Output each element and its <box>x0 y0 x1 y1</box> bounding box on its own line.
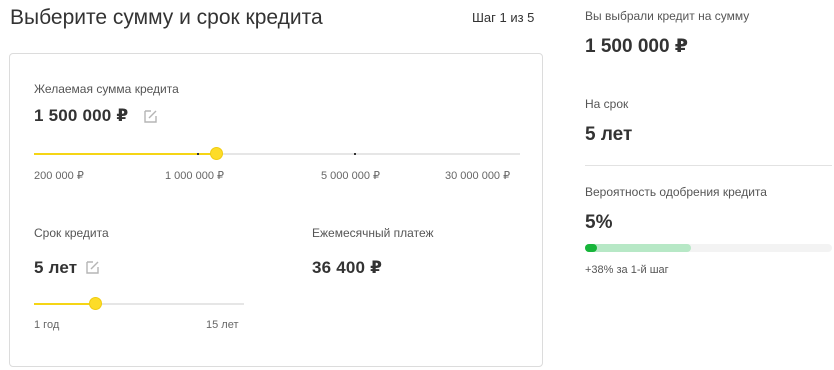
amount-slider-thumb[interactable] <box>211 148 223 159</box>
amount-value[interactable]: 1 500 000 ₽ <box>34 106 128 126</box>
amount-slider-fill <box>34 153 217 155</box>
edit-icon[interactable] <box>86 260 100 274</box>
summary-term-label: На срок <box>585 97 629 111</box>
probability-label: Вероятность одобрения кредита <box>585 185 767 199</box>
term-value[interactable]: 5 лет <box>34 258 77 278</box>
term-tick-label: 1 год <box>34 319 60 331</box>
term-tick-label: 15 лет <box>206 319 239 331</box>
amount-label: Желаемая сумма кредита <box>34 82 179 96</box>
amount-slider-tick <box>354 153 356 155</box>
payment-value: 36 400 ₽ <box>312 258 383 277</box>
amount-tick-label: 30 000 000 ₽ <box>445 170 511 182</box>
amount-slider[interactable] <box>34 148 520 159</box>
probability-note: +38% за 1-й шаг <box>585 264 669 276</box>
term-slider-thumb[interactable] <box>89 298 101 309</box>
loan-settings-card: Желаемая сумма кредита 1 500 000 ₽ 200 0… <box>9 53 543 367</box>
summary-term-value: 5 лет <box>585 124 633 145</box>
summary-amount-label: Вы выбрали кредит на сумму <box>585 9 750 23</box>
step-indicator: Шаг 1 из 5 <box>472 10 535 25</box>
amount-tick-label: 1 000 000 ₽ <box>165 170 224 182</box>
amount-tick-label: 5 000 000 ₽ <box>321 170 380 182</box>
probability-bar <box>585 244 832 252</box>
summary-amount-value: 1 500 000 ₽ <box>585 36 689 57</box>
page-title: Выберите сумму и срок кредита <box>10 6 323 29</box>
amount-tick-label: 200 000 ₽ <box>34 170 84 182</box>
summary-divider <box>585 165 832 166</box>
payment-label: Ежемесячный платеж <box>312 226 434 240</box>
term-label: Срок кредита <box>34 226 109 240</box>
amount-slider-tick <box>197 153 199 155</box>
probability-potential-fill <box>585 244 692 252</box>
term-slider-fill <box>34 303 95 305</box>
probability-current-fill <box>585 244 598 252</box>
probability-value: 5% <box>585 212 613 233</box>
edit-icon[interactable] <box>144 109 158 123</box>
term-slider[interactable] <box>34 298 244 309</box>
